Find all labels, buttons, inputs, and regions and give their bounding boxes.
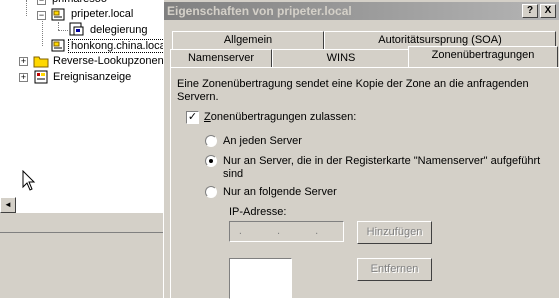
dialog-title: Eigenschaften von pripeter.local [164,2,559,20]
mouse-cursor-icon [22,170,36,191]
event-viewer-icon [34,70,48,84]
tree-item-label: Ereignisanzeige [53,71,132,83]
allow-transfers-text: onenübertragungen zulassen: [210,111,357,123]
tab-wins[interactable]: WINS [272,49,410,67]
tree-item-delegierung[interactable]: delegierung [88,22,150,38]
tree-horizontal-scrollbar[interactable]: ◄ [0,196,163,213]
dns-zone-icon [51,39,65,52]
tree-item-reverse-lookupzonen[interactable]: Reverse-Lookupzonen [51,53,166,69]
scroll-left-glyph: ◄ [4,200,12,209]
tab-label: Autoritätsursprung (SOA) [378,34,502,46]
tab-label: WINS [326,52,356,64]
tree-item-label: honkong.china.local [67,39,172,53]
allow-transfers-checkbox[interactable]: ✓ [186,111,199,124]
tree-item-pripeter-local[interactable]: pripeter.local [69,6,135,22]
close-icon: X [544,5,552,16]
tree-line [26,0,27,16]
tab-label: Allgemein [223,34,273,46]
properties-dialog: Eigenschaften von pripeter.local ? X All… [163,0,559,299]
help-icon: ? [526,5,534,16]
tree-item-label: Reverse-Lookupzonen [53,55,164,67]
collapse-icon[interactable]: − [37,0,46,5]
allow-transfers-label: Zonenübertragungen zulassen: [204,111,357,123]
tab-zonenuebertragungen[interactable]: Zonenübertragungen [408,46,558,67]
description-line-1: Eine Zonenübertragung sendet eine Kopie … [177,78,529,90]
zone-transfer-panel: Eine Zonenübertragung sendet eine Kopie … [170,67,559,299]
remove-button[interactable]: Entfernen [357,258,432,281]
tree-item-label: primaresoo [50,0,109,5]
tree-item-ereignisanzeige[interactable]: Ereignisanzeige [51,69,133,85]
radio-following-servers-label: Nur an folgende Server [223,186,337,198]
collapse-icon-glyph: − [38,10,45,20]
expand-icon[interactable]: + [19,73,28,82]
add-button[interactable]: Hinzufügen [357,221,432,244]
divider [0,232,163,233]
tab-label: Zonenübertragungen [431,49,535,61]
tree-item-label: delegierung [90,24,148,36]
tree-line [58,30,68,31]
expand-icon-glyph: + [20,72,27,82]
delegation-icon [69,22,84,36]
tab-allgemein[interactable]: Allgemein [172,31,324,49]
help-button[interactable]: ? [522,4,538,18]
scrollbar-track[interactable] [8,197,163,213]
radio-nameservers-label-line-2: sind [223,168,244,180]
expand-icon[interactable]: + [19,57,28,66]
radio-following-servers[interactable] [205,186,217,198]
tab-label: Namenserver [187,52,255,64]
console-lower-area [0,213,163,298]
checkmark-icon: ✓ [187,111,198,123]
description-line-2: Servern. [177,91,219,103]
tree-line [58,22,59,30]
server-list[interactable] [229,258,292,299]
folder-icon [33,56,49,68]
tree-item-honkong-china-local[interactable]: honkong.china.local [67,38,172,54]
radio-nameservers-label-line-1: Nur an Server, die in der Registerkarte … [223,155,541,167]
tab-namenserver[interactable]: Namenserver [170,49,272,67]
tree-line [42,16,43,46]
radio-nameservers-only[interactable] [205,155,217,167]
tree-item-label: pripeter.local [71,8,134,20]
radio-any-server-label: An jeden Server [223,135,302,147]
dns-zone-icon [51,8,65,21]
close-button[interactable]: X [540,4,556,18]
collapse-icon[interactable]: − [37,11,46,20]
ip-address-label: IP-Adresse: [229,206,287,218]
radio-selected-dot [209,159,213,163]
ip-address-input[interactable]: . . . [229,221,344,242]
radio-any-server[interactable] [205,135,217,147]
scroll-left-icon[interactable]: ◄ [0,197,16,213]
expand-icon-glyph: + [20,56,27,66]
